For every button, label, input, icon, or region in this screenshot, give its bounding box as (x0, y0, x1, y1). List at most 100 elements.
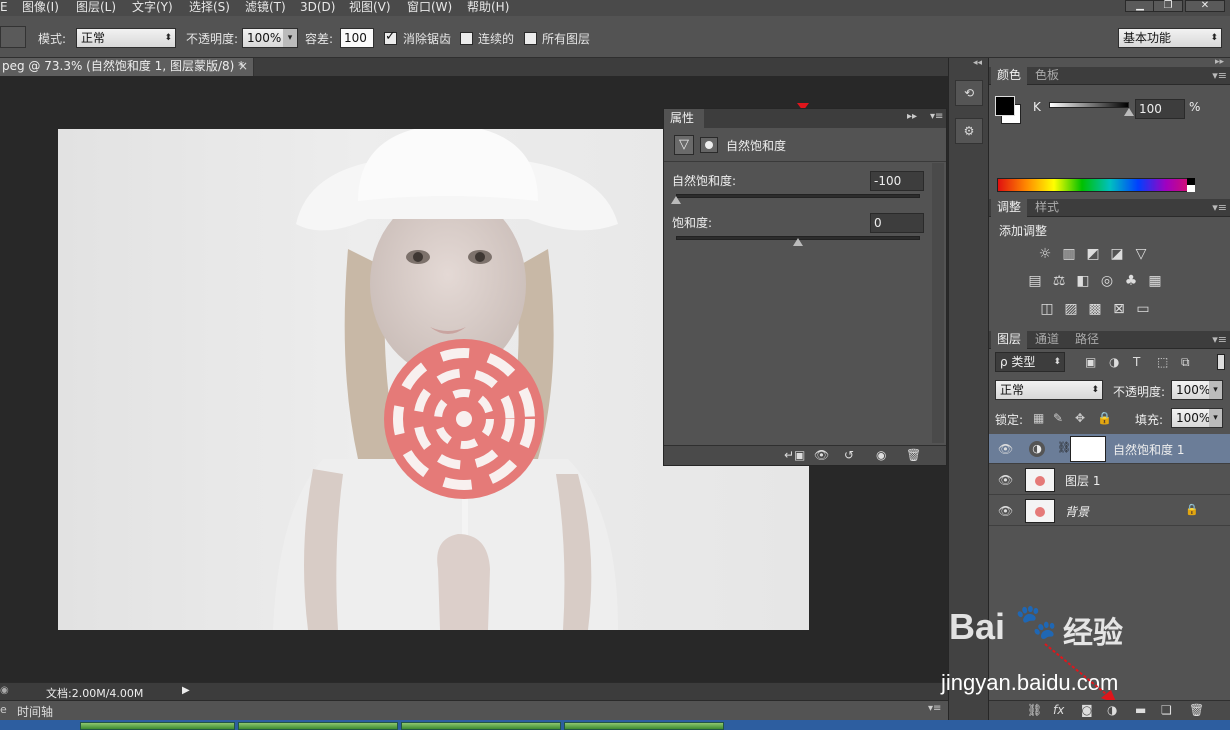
menu-help[interactable]: 帮助(H) (467, 0, 509, 16)
visibility-eye-icon[interactable]: ◉ (876, 448, 886, 462)
chevron-down-icon[interactable]: ▾ (1209, 409, 1222, 427)
tab-properties[interactable]: 属性 (664, 109, 704, 128)
lock-brush-icon[interactable]: ✎ (1053, 411, 1063, 425)
threshold-icon[interactable]: ▩ (1087, 301, 1103, 317)
tab-color[interactable]: 颜色 (991, 67, 1028, 85)
timeline-label[interactable]: 时间轴 (17, 703, 53, 720)
eye-icon[interactable]: 👁 (998, 473, 1013, 487)
black-white-icon[interactable]: ◧ (1075, 273, 1091, 289)
new-layer-icon[interactable]: ❏ (1161, 703, 1172, 717)
brightness-icon[interactable]: ☼ (1037, 246, 1053, 262)
expand-arrows-icon[interactable]: ▸▸ (1215, 57, 1224, 67)
saturation-input[interactable]: 0 (870, 213, 924, 233)
timeline-menu-icon[interactable]: ▾≡ (928, 703, 941, 714)
menu-select[interactable]: 选择(S) (189, 0, 230, 16)
layer-opacity-field[interactable]: 100% ▾ (1171, 380, 1223, 400)
history-icon[interactable]: ⟲ (955, 80, 983, 106)
document-tab[interactable]: peg @ 73.3% (自然饱和度 1, 图层蒙版/8) * × (0, 58, 254, 76)
tab-channels[interactable]: 通道 (1029, 331, 1065, 349)
saturation-slider-thumb[interactable] (793, 238, 803, 246)
layer-row-layer1[interactable]: 👁 图层 1 (989, 465, 1230, 495)
zoom-icon[interactable]: ◉ (0, 685, 9, 696)
taskbar-item[interactable] (564, 722, 724, 730)
layer-mask-icon[interactable] (700, 137, 718, 153)
close-window-button[interactable]: ✕ (1185, 0, 1225, 12)
link-layers-icon[interactable]: ⛓ (1027, 703, 1042, 717)
eye-icon[interactable]: 👁 (998, 442, 1013, 456)
new-adjustment-layer-icon[interactable]: ◑ (1107, 703, 1117, 717)
k-value-input[interactable]: 100 (1135, 99, 1185, 119)
collapse-arrows-icon[interactable]: ◂◂ (973, 58, 982, 68)
layer-filter-select[interactable]: ρ 类型 ⬍ (995, 352, 1065, 372)
fx-icon[interactable]: fx (1053, 703, 1064, 717)
panel-menu-icon[interactable]: ▾≡ (930, 111, 943, 122)
properties-icon[interactable]: ⚙ (955, 118, 983, 144)
menu-edit-partial[interactable]: E (0, 0, 8, 16)
status-menu-arrow-icon[interactable]: ▶ (182, 685, 190, 696)
collapse-panel-icon[interactable]: ▸▸ (907, 111, 917, 122)
levels-icon[interactable]: ▥ (1061, 246, 1077, 262)
all-layers-checkbox[interactable] (524, 32, 537, 45)
trash-icon[interactable]: 🗑 (906, 448, 921, 462)
restore-button[interactable]: ❐ (1153, 0, 1183, 12)
lock-all-icon[interactable]: 🔒 (1097, 411, 1112, 425)
panel-menu-icon[interactable]: ▾≡ (1212, 333, 1227, 346)
selective-color-icon[interactable]: ⊠ (1111, 301, 1127, 317)
color-lookup-icon[interactable]: ▦ (1147, 273, 1163, 289)
add-mask-icon[interactable]: ◙ (1081, 703, 1093, 717)
filter-adjustment-icon[interactable]: ◑ (1109, 355, 1119, 369)
posterize-icon[interactable]: ▨ (1063, 301, 1079, 317)
properties-scrollbar[interactable] (932, 163, 944, 443)
taskbar-item[interactable] (80, 722, 235, 730)
taskbar-item[interactable] (401, 722, 561, 730)
doc-info[interactable]: 文档:2.00M/4.00M (46, 685, 143, 701)
menu-image[interactable]: 图像(I) (22, 0, 59, 16)
foreground-color-swatch[interactable] (995, 96, 1015, 116)
view-previous-icon[interactable]: 👁 (814, 448, 829, 462)
vibrance-icon[interactable]: ▽ (1133, 246, 1149, 262)
layer-name[interactable]: 自然饱和度 1 (1113, 441, 1184, 458)
spectrum-black[interactable] (1187, 178, 1195, 185)
layer-name[interactable]: 背景 (1065, 503, 1089, 520)
spectrum-white[interactable] (1187, 185, 1195, 192)
layer-row-vibrance[interactable]: 👁 ◑ ⛓ 自然饱和度 1 (989, 434, 1230, 464)
invert-icon[interactable]: ◫ (1039, 301, 1055, 317)
layer-mask-thumbnail[interactable] (1070, 436, 1106, 462)
eye-icon[interactable]: 👁 (998, 504, 1013, 518)
layer-row-background[interactable]: 👁 背景 🔒 (989, 496, 1230, 526)
photo-filter-icon[interactable]: ◎ (1099, 273, 1115, 289)
channel-mixer-icon[interactable]: ♣ (1123, 273, 1139, 289)
minimize-button[interactable]: ▁ (1125, 0, 1155, 12)
antialias-checkbox[interactable] (384, 29, 397, 45)
reset-icon[interactable]: ↺ (844, 448, 854, 462)
vibrance-input[interactable]: -100 (870, 171, 924, 191)
lock-move-icon[interactable]: ✥ (1075, 411, 1085, 425)
menu-window[interactable]: 窗口(W) (407, 0, 452, 16)
filter-toggle[interactable] (1217, 354, 1225, 370)
fill-field[interactable]: 100% ▾ (1171, 408, 1223, 428)
gradient-map-icon[interactable]: ▭ (1135, 301, 1151, 317)
blend-mode-select[interactable]: 正常 ⬍ (995, 380, 1103, 400)
menu-filter[interactable]: 滤镜(T) (245, 0, 286, 16)
exposure-icon[interactable]: ◪ (1109, 246, 1125, 262)
workspace-select[interactable]: 基本功能 ⬍ (1118, 28, 1222, 48)
k-slider-thumb[interactable] (1124, 108, 1134, 116)
menu-3d[interactable]: 3D(D) (300, 0, 335, 16)
menu-type[interactable]: 文字(Y) (132, 0, 173, 16)
panel-menu-icon[interactable]: ▾≡ (1212, 201, 1227, 214)
link-chain-icon[interactable]: ⛓ (1057, 441, 1071, 454)
tolerance-input[interactable]: 100 (340, 28, 374, 48)
tab-styles[interactable]: 样式 (1029, 199, 1065, 217)
vibrance-slider-track[interactable] (676, 194, 920, 198)
filter-type-icon[interactable]: T (1133, 355, 1140, 369)
tab-swatches[interactable]: 色板 (1029, 67, 1065, 85)
menu-view[interactable]: 视图(V) (349, 0, 391, 16)
filter-smart-icon[interactable]: ⧉ (1181, 355, 1190, 370)
color-balance-icon[interactable]: ⚖ (1051, 273, 1067, 289)
taskbar-item[interactable] (238, 722, 398, 730)
k-slider-track[interactable] (1049, 102, 1129, 108)
clip-to-layer-icon[interactable]: ↵▣ (784, 448, 805, 462)
panel-menu-icon[interactable]: ▾≡ (1212, 69, 1227, 82)
curves-icon[interactable]: ◩ (1085, 246, 1101, 262)
close-tab-icon[interactable]: × (238, 58, 248, 75)
